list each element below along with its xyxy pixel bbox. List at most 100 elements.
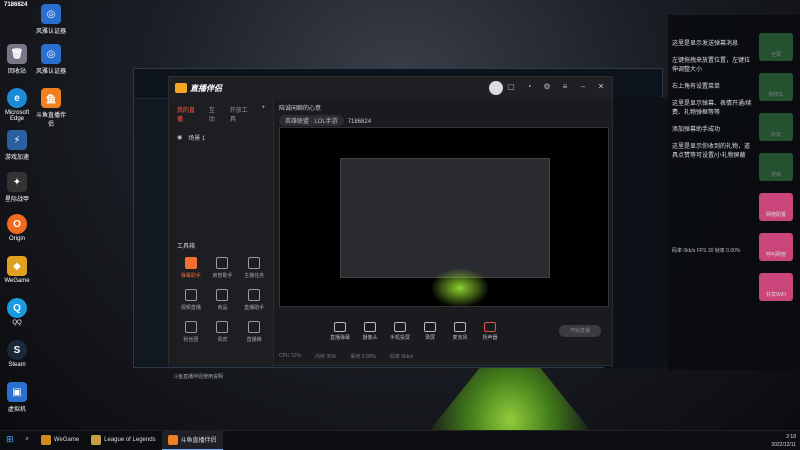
speaker-button[interactable]: 扬声器 <box>479 322 501 341</box>
bitrate-status: 码率 0kb/s <box>389 354 414 360</box>
desktop-icon-accel[interactable]: ⚡ 游戏加速 <box>0 130 34 161</box>
add-icon[interactable]: + <box>262 105 266 123</box>
game-icon: ◆ <box>7 256 27 276</box>
call-admin-button[interactable]: 呼叫网管 <box>759 233 793 261</box>
friends-button[interactable]: 好友 <box>759 113 793 141</box>
cpu-status: CPU 12% <box>279 353 301 359</box>
tab-open-tools[interactable]: 开放工具 <box>230 105 252 123</box>
taskbar-item-douyu[interactable]: 斗鱼直播伴侣 <box>161 430 223 450</box>
system-tray-clock[interactable]: 2:18 2022/12/11 <box>771 433 796 449</box>
desktop-icon-label: 风雅认证器 <box>35 29 66 35</box>
phone-cast-button[interactable]: 手机投屏 <box>389 322 411 341</box>
stream-stats: 码率 0kb/s FPS 30 帧率 0.00% <box>672 248 741 254</box>
desktop-icon-qq[interactable]: Q QQ <box>0 298 34 326</box>
taskbar-item-lol[interactable]: League of Legends <box>85 431 161 450</box>
desktop-icon-label: 风雅认证器 <box>35 69 66 75</box>
cart-button[interactable]: 购物车 <box>759 73 793 101</box>
room-info: 陪诚闲聊的心意 英雄联盟 · LOL手游 7186824 <box>279 103 609 126</box>
desktop-icon-edge[interactable]: e Microsoft Edge <box>0 88 34 122</box>
wifi-share-button[interactable]: 共享WiFi <box>759 273 793 301</box>
tool-item[interactable]: 弹幕助手 <box>175 257 207 279</box>
network-button[interactable]: 网络配置 <box>759 193 793 221</box>
desktop-icon-label: 虚拟机 <box>7 407 26 413</box>
qq-icon: Q <box>7 298 27 318</box>
toolbox-title: 工具箱 <box>177 244 196 250</box>
taskbar-item-wegame[interactable]: WeGame <box>35 431 85 450</box>
mic-button[interactable]: 麦克风 <box>449 322 471 341</box>
windows-icon: ⊞ <box>6 434 14 444</box>
desktop-icon-auth2[interactable]: ◎ 风雅认证器 <box>34 44 68 75</box>
tool-label: 视频直播 <box>180 305 201 311</box>
tool-item[interactable]: 贵宾 <box>207 321 239 343</box>
desktop-icon-label: Microsoft Edge <box>4 110 30 122</box>
avatar[interactable] <box>489 81 503 95</box>
game-button[interactable]: 游戏 <box>759 153 793 181</box>
desktop-icon-label: 游戏加速 <box>4 155 29 161</box>
room-id: 7186824 <box>347 119 372 125</box>
preview-glow <box>430 268 490 306</box>
settings-icon[interactable]: ⚙ <box>542 82 552 92</box>
search-button[interactable]: ⌕ <box>20 431 35 450</box>
desktop-icon-douyu[interactable]: 鱼斗鱼直播伴侣 <box>34 88 68 128</box>
fullscreen-button[interactable]: 全屏 <box>759 33 793 61</box>
tool-item[interactable]: 直播推 <box>238 321 270 343</box>
danmu-button[interactable]: 直播弹幕 <box>329 322 351 341</box>
task-icon <box>248 257 261 269</box>
camera-button[interactable]: 摄像头 <box>359 322 381 341</box>
taskbar-label: League of Legends <box>104 436 156 443</box>
menu-icon[interactable]: ≡ <box>560 82 570 92</box>
vm-icon: ▣ <box>7 382 27 402</box>
eye-icon[interactable]: ◉ <box>177 134 182 141</box>
tool-item[interactable]: 主播任务 <box>238 257 270 279</box>
desktop-icon-vm[interactable]: ▣ 虚拟机 <box>0 382 34 413</box>
tool-item[interactable]: 商品 <box>207 289 239 311</box>
tool-label: 商品 <box>217 305 228 311</box>
stream-preview[interactable] <box>279 127 609 307</box>
room-title[interactable]: 陪诚闲聊的心意 <box>279 106 321 112</box>
tool-label: 粉丝团 <box>183 337 199 343</box>
desktop-icon-game[interactable]: ◆ WeGame <box>0 256 34 284</box>
corner-id: 7186824 <box>4 2 28 8</box>
admin-icon <box>216 257 229 269</box>
danmu-icon <box>334 322 346 332</box>
desktop-icon-origin[interactable]: O Origin <box>0 214 34 242</box>
app-logo: 直播伴侣 <box>175 83 222 94</box>
chat-message: 这里是显示你收到的礼物，道具点赞等可设置/小礼物屏蔽 <box>672 144 751 159</box>
memory-status: 内存 35% <box>314 354 337 360</box>
close-icon[interactable]: ✕ <box>596 82 606 92</box>
record-button[interactable]: 录屏 <box>419 322 441 341</box>
minimize-icon[interactable]: – <box>578 82 588 92</box>
tool-label: 弹幕助手 <box>180 273 201 279</box>
desktop-icon-steam[interactable]: S Steam <box>0 340 34 368</box>
chat-message: 添加弹幕助手成功 <box>672 127 721 133</box>
desktop-icon-label: QQ <box>12 320 22 326</box>
tool-item[interactable]: 房管助手 <box>207 257 239 279</box>
category-pill[interactable]: 英雄联盟 · LOL手游 <box>279 115 344 126</box>
tool-item[interactable]: 直播助手 <box>238 289 270 311</box>
control-label: 麦克风 <box>452 335 468 341</box>
start-stream-button[interactable]: 开始直播 <box>559 325 601 337</box>
bell-icon[interactable]: ◔ <box>524 82 534 92</box>
store-icon[interactable]: ▢ <box>506 82 516 92</box>
side-buttons: 全屏 购物车 好友 游戏 网络配置 呼叫网管 共享WiFi <box>756 33 796 313</box>
desktop-icon-warframe[interactable]: ✦ 星际战甲 <box>0 172 34 203</box>
record-icon <box>424 322 436 332</box>
right-overlay-panel: 这里是显示发送弹幕消息 左键拖拽来放置位置，左键拉伸调整大小 右上角有设置菜单 … <box>668 15 800 370</box>
video-icon <box>184 289 197 301</box>
origin-icon: O <box>7 214 27 234</box>
tab-my-stream[interactable]: 我的直播 <box>177 105 199 123</box>
desktop-icon-label: WeGame <box>4 278 30 284</box>
tab-interact[interactable]: 互动 <box>209 105 220 123</box>
desktop-icon-recycle[interactable]: 🗑 回收站 <box>0 44 34 75</box>
desktop-icon-label: 回收站 <box>7 69 26 75</box>
start-button[interactable]: ⊞ <box>0 431 20 450</box>
control-label: 直播弹幕 <box>329 335 350 341</box>
tool-item[interactable]: 视频直播 <box>175 289 207 311</box>
control-label: 录屏 <box>424 335 435 341</box>
bottom-note[interactable]: 斗鱼直播伴侣使用说明 <box>173 373 223 380</box>
fans-icon <box>184 321 197 333</box>
tool-item[interactable]: 粉丝团 <box>175 321 207 343</box>
desktop-icon-auth[interactable]: ◎ 风雅认证器 <box>34 4 68 35</box>
scene-item[interactable]: ◉ 场景 1 <box>169 129 273 146</box>
streaming-app-window: 直播伴侣 ▢ ◔ ⚙ ≡ – ✕ 我的直播 互动 开放工具 + ◉ 场景 1 工… <box>168 76 613 380</box>
